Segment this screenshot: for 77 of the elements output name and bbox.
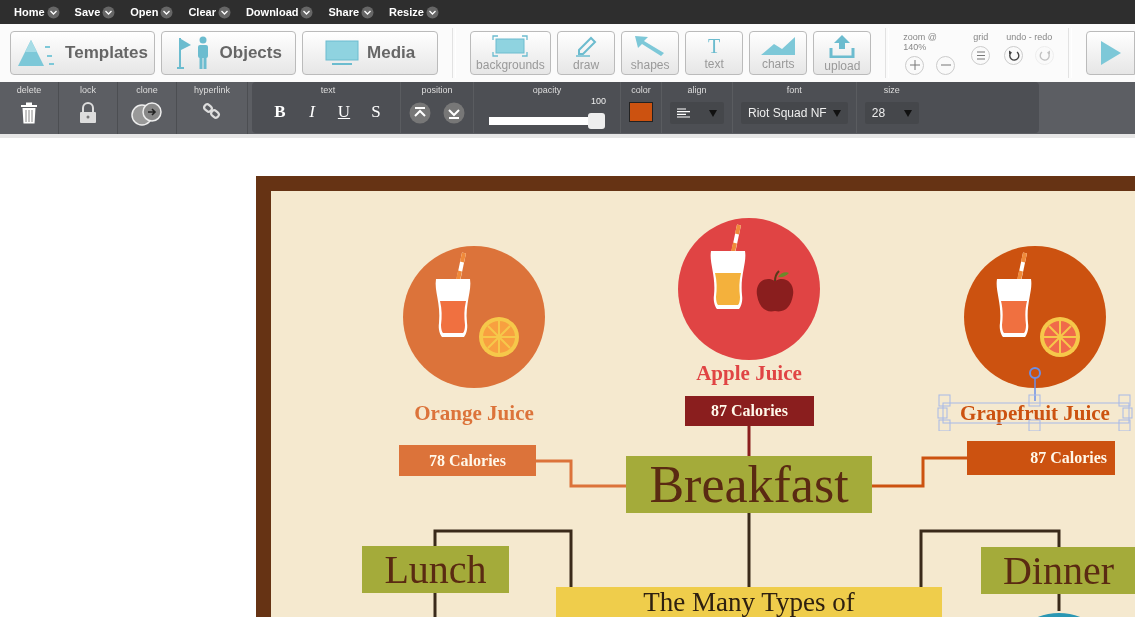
- chevron-down-icon: [160, 5, 174, 19]
- connector-line: [1057, 594, 1061, 611]
- align-dropdown[interactable]: [670, 102, 724, 124]
- trash-icon[interactable]: [20, 102, 38, 124]
- position-label: position: [421, 85, 453, 95]
- calories-tag: 87 Calories: [685, 396, 814, 426]
- zoom-label: zoom @ 140%: [903, 31, 938, 52]
- menu-item[interactable]: Home: [14, 5, 66, 19]
- lock-label: lock: [80, 85, 96, 95]
- opacity-label: opacity: [532, 85, 562, 95]
- menu-item[interactable]: Download: [245, 5, 320, 19]
- pencil-icon: [574, 34, 599, 57]
- area-chart-icon: [760, 35, 797, 56]
- menu-item[interactable]: Open: [130, 5, 180, 19]
- toolbar-button[interactable]: Templates: [10, 31, 156, 75]
- link-icon[interactable]: [203, 102, 221, 120]
- menu-item[interactable]: Share: [328, 5, 381, 19]
- play-icon: [1099, 40, 1122, 66]
- juice-name: Orange Juice: [414, 400, 534, 426]
- hyperlink-label: hyperlink: [194, 85, 230, 95]
- grid-label: grid: [973, 31, 989, 42]
- chevron-down-icon: [300, 5, 314, 19]
- text-tool-glyph: T: [708, 35, 721, 56]
- opacity-value: 100: [590, 96, 606, 106]
- menu-item[interactable]: Clear: [188, 5, 237, 19]
- monitor-icon: [325, 40, 360, 66]
- upload-icon: [829, 33, 856, 58]
- chevron-down-icon: [102, 5, 116, 19]
- redo-icon: [1038, 49, 1051, 61]
- arrow-icon: [634, 34, 667, 57]
- undo-button[interactable]: [1004, 45, 1024, 65]
- toolbar-button[interactable]: Media: [302, 31, 438, 75]
- meal-label: Breakfast: [626, 456, 872, 513]
- meal-label: Dinner: [981, 547, 1135, 594]
- juice-name: Grapefruit Juice: [960, 400, 1110, 426]
- slider-handle[interactable]: [588, 113, 605, 129]
- font-label: font: [786, 85, 802, 95]
- bring-to-front-icon[interactable]: [409, 102, 431, 124]
- send-to-back-icon[interactable]: [443, 102, 465, 124]
- lines-icon: [975, 50, 986, 60]
- text-style-button[interactable]: B: [264, 102, 296, 122]
- connector-line: [433, 593, 437, 617]
- calories-tag: 78 Calories: [399, 445, 536, 476]
- size-label: size: [883, 85, 900, 95]
- menu-item[interactable]: Save: [74, 5, 122, 19]
- caret-icon: [903, 109, 912, 117]
- font-dropdown[interactable]: Riot Squad NF: [741, 102, 848, 124]
- size-dropdown[interactable]: 28: [864, 102, 919, 124]
- connector-line: [747, 426, 751, 456]
- text-style-button[interactable]: I: [296, 102, 328, 122]
- delete-label: delete: [16, 85, 42, 95]
- plus-icon: [909, 60, 920, 70]
- undo-redo-label: undo - redo: [1006, 31, 1053, 42]
- meal-label: Lunch: [362, 546, 509, 593]
- align-left-icon: [677, 108, 690, 118]
- frame-icon: [492, 34, 529, 57]
- text-style-button[interactable]: U: [328, 102, 360, 122]
- caret-icon: [709, 109, 717, 117]
- align-label: align: [687, 85, 707, 95]
- undo-icon: [1007, 49, 1020, 61]
- infographic-title: The Many Types of: [556, 587, 942, 617]
- clone-label: clone: [136, 85, 158, 95]
- color-swatch[interactable]: [629, 102, 653, 122]
- lock-icon[interactable]: [79, 102, 97, 124]
- caret-icon: [832, 109, 841, 117]
- color-label: color: [631, 85, 651, 95]
- calories-tag: 87 Calories: [967, 441, 1115, 475]
- menu-item[interactable]: Resize: [389, 5, 445, 19]
- clone-icon[interactable]: [130, 102, 164, 126]
- chevron-down-icon: [46, 5, 60, 19]
- chevron-down-icon: [361, 5, 375, 19]
- chevron-down-icon: [217, 5, 231, 19]
- toolbar-button[interactable]: Objects: [161, 31, 297, 75]
- text-style-button[interactable]: S: [360, 102, 392, 122]
- juice-name: Apple Juice: [696, 360, 802, 386]
- text-label: text: [320, 85, 336, 95]
- chevron-down-icon: [425, 5, 439, 19]
